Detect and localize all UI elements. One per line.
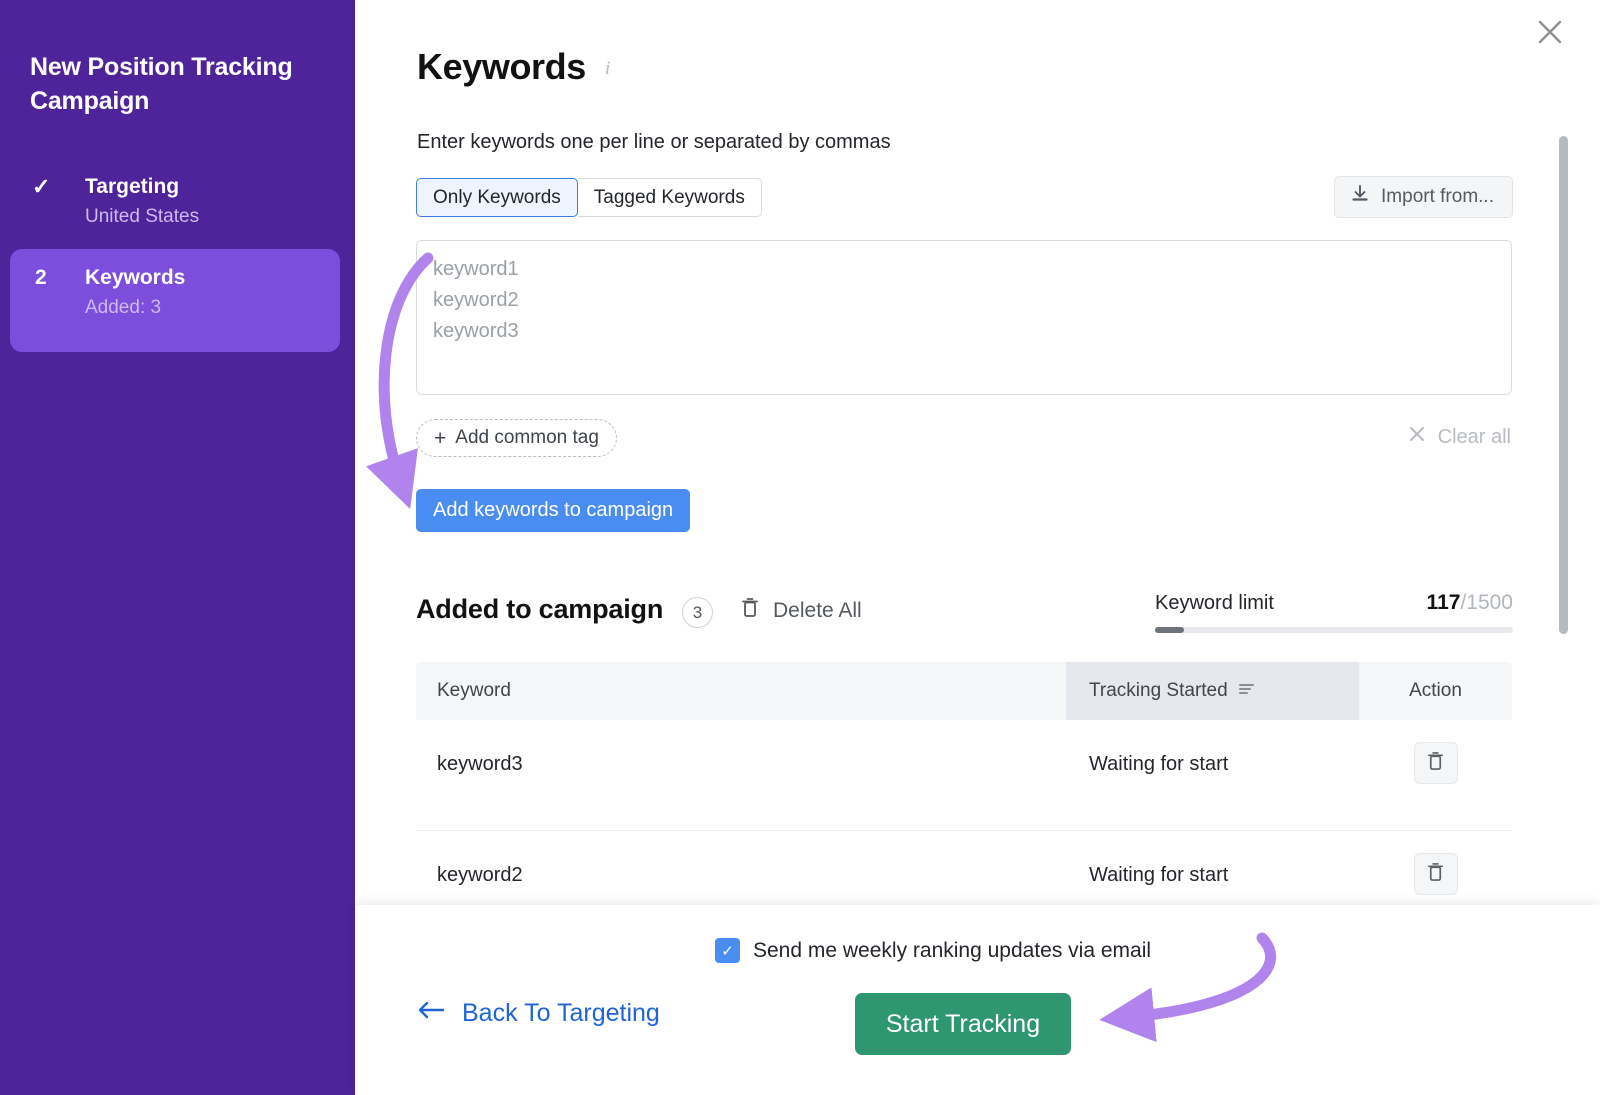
trash-icon xyxy=(1426,861,1445,888)
sidebar-step-keywords[interactable]: 2 Keywords Added: 3 xyxy=(10,249,340,352)
column-header-action: Action xyxy=(1359,662,1512,720)
panel-scrollbar[interactable] xyxy=(1556,0,1570,905)
position-tracking-campaign-dialog: New Position Tracking Campaign ✓ Targeti… xyxy=(0,0,1600,1095)
delete-all-label: Delete All xyxy=(773,599,862,623)
import-from-button[interactable]: Import from... xyxy=(1334,176,1513,218)
keyword-limit-label: Keyword limit xyxy=(1155,592,1274,615)
keyword-limit-progress-fill xyxy=(1155,627,1184,633)
cell-keyword: keyword2 xyxy=(416,831,1066,887)
added-keywords-table: Keyword Tracking Started Action keyword3… xyxy=(416,662,1512,942)
keyword-limit-value: 117/1500 xyxy=(1427,591,1513,615)
column-header-keyword[interactable]: Keyword xyxy=(416,662,1066,720)
keyword-limit-used: 117 xyxy=(1427,591,1461,614)
table-header-row: Keyword Tracking Started Action xyxy=(416,662,1512,720)
keyword-limit-total: /1500 xyxy=(1460,591,1513,614)
back-to-targeting-label: Back To Targeting xyxy=(462,999,660,1028)
column-header-tracking-started[interactable]: Tracking Started xyxy=(1066,662,1359,720)
added-count-badge: 3 xyxy=(682,597,713,628)
cell-tracking-started: Waiting for start xyxy=(1066,720,1359,776)
sidebar-step-targeting-label: Targeting xyxy=(85,172,179,202)
clear-all-label: Clear all xyxy=(1438,426,1511,449)
sidebar-step-keywords-label: Keywords xyxy=(85,263,185,293)
cell-action xyxy=(1359,720,1512,784)
tab-only-keywords[interactable]: Only Keywords xyxy=(416,178,578,217)
close-icon xyxy=(1407,424,1427,450)
info-icon[interactable]: i xyxy=(605,58,621,80)
keywords-instruction: Enter keywords one per line or separated… xyxy=(417,131,891,154)
plus-icon: + xyxy=(434,428,446,449)
add-common-tag-label: Add common tag xyxy=(455,427,599,449)
clear-all-button[interactable]: Clear all xyxy=(1407,424,1511,450)
keyword-limit-progress-track xyxy=(1155,627,1513,633)
sidebar-step-targeting-sub: United States xyxy=(85,204,199,230)
table-row: keyword3Waiting for start xyxy=(416,720,1512,831)
add-keywords-to-campaign-button[interactable]: Add keywords to campaign xyxy=(416,489,690,532)
delete-all-button[interactable]: Delete All xyxy=(740,596,862,625)
dialog-footer: ✓ Send me weekly ranking updates via ema… xyxy=(355,905,1600,1095)
download-icon xyxy=(1349,183,1371,211)
sidebar-step-keywords-sub: Added: 3 xyxy=(85,295,161,321)
back-to-targeting-link[interactable]: Back To Targeting xyxy=(417,999,660,1028)
delete-row-button[interactable] xyxy=(1414,853,1458,895)
keyword-mode-toggle: Only Keywords Tagged Keywords xyxy=(416,178,762,217)
keywords-input[interactable] xyxy=(416,240,1512,395)
import-from-label: Import from... xyxy=(1381,186,1494,208)
sidebar-step-targeting[interactable]: ✓ Targeting United States xyxy=(10,158,340,218)
tab-tagged-keywords[interactable]: Tagged Keywords xyxy=(578,178,762,217)
arrow-left-icon xyxy=(417,999,447,1028)
delete-row-button[interactable] xyxy=(1414,742,1458,784)
campaign-title: New Position Tracking Campaign xyxy=(30,50,330,119)
sort-icon xyxy=(1238,662,1255,720)
cell-action xyxy=(1359,831,1512,895)
page-title: Keywords xyxy=(417,46,586,88)
campaign-wizard-sidebar: New Position Tracking Campaign ✓ Targeti… xyxy=(0,0,355,1095)
add-common-tag-button[interactable]: + Add common tag xyxy=(416,419,617,457)
scrollbar-thumb[interactable] xyxy=(1559,136,1568,634)
sidebar-step-keywords-number: 2 xyxy=(35,263,69,293)
weekly-email-label: Send me weekly ranking updates via email xyxy=(753,939,1151,963)
trash-icon xyxy=(1426,750,1445,777)
trash-icon xyxy=(740,596,760,625)
start-tracking-button[interactable]: Start Tracking xyxy=(855,993,1071,1055)
added-to-campaign-title: Added to campaign xyxy=(416,594,663,625)
column-header-tracking-started-label: Tracking Started xyxy=(1089,662,1228,720)
cell-keyword: keyword3 xyxy=(416,720,1066,776)
cell-tracking-started: Waiting for start xyxy=(1066,831,1359,887)
weekly-email-checkbox[interactable]: ✓ xyxy=(715,938,740,963)
weekly-email-checkbox-row[interactable]: ✓ Send me weekly ranking updates via ema… xyxy=(715,938,1151,963)
check-icon: ✓ xyxy=(32,172,66,202)
